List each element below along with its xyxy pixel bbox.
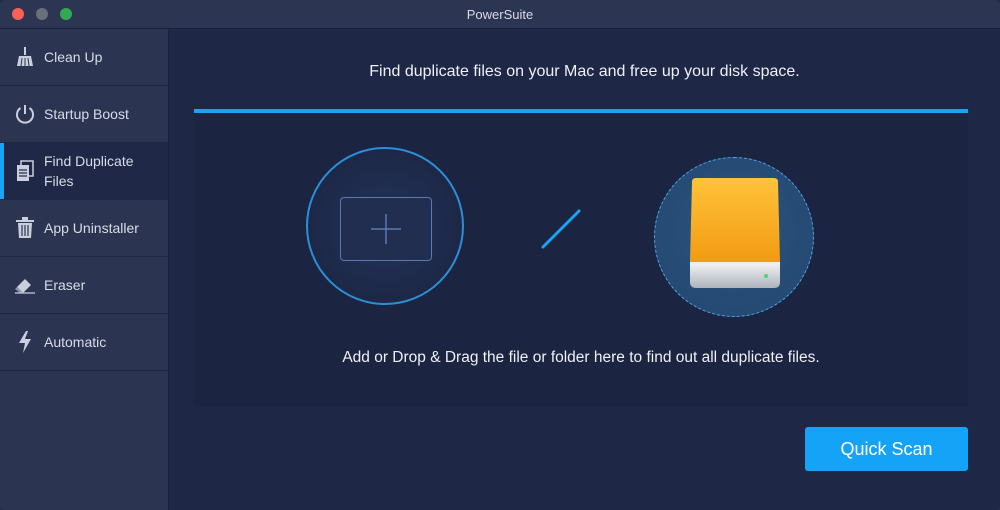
slash-divider-icon [541,209,581,249]
sidebar-item-label: Clean Up [44,49,103,65]
add-frame [340,197,432,261]
broom-icon [14,45,36,69]
sidebar-item-label: Automatic [44,334,107,350]
sidebar-item-label: App Uninstaller [44,220,139,236]
plus-icon [371,214,401,244]
sidebar-item-startup-boost[interactable]: Startup Boost [0,86,168,143]
page-headline: Find duplicate files on your Mac and fre… [369,63,800,80]
add-folder-target[interactable] [306,147,464,305]
sidebar-item-find-duplicate-files[interactable]: Find Duplicate Files [0,143,168,200]
title-bar: PowerSuite [0,0,1000,29]
quick-scan-button[interactable]: Quick Scan [805,427,968,471]
hard-drive-icon [690,178,780,288]
sidebar-item-app-uninstaller[interactable]: App Uninstaller [0,200,168,257]
app-window: PowerSuite Clean Up Startup Boost Find D… [0,0,1000,510]
sidebar: Clean Up Startup Boost Find Duplicate Fi… [0,29,169,510]
sidebar-item-label: Startup Boost [44,106,129,122]
sidebar-item-label: Eraser [44,277,86,293]
sidebar-item-eraser[interactable]: Eraser [0,257,168,314]
disk-scan-target[interactable] [654,157,814,317]
lightning-icon [14,330,36,354]
power-icon [14,102,36,126]
drop-instructions: Add or Drop & Drag the file or folder he… [342,349,820,366]
duplicate-files-icon [14,159,36,183]
sidebar-item-clean-up[interactable]: Clean Up [0,29,168,86]
drop-zone[interactable]: Add or Drop & Drag the file or folder he… [194,113,968,407]
sidebar-item-automatic[interactable]: Automatic [0,314,168,371]
trash-icon [14,216,36,240]
main-panel: Find duplicate files on your Mac and fre… [169,29,1000,510]
eraser-icon [14,273,36,297]
sidebar-item-label: Find Duplicate Files [44,153,134,189]
window-title: PowerSuite [466,7,534,22]
